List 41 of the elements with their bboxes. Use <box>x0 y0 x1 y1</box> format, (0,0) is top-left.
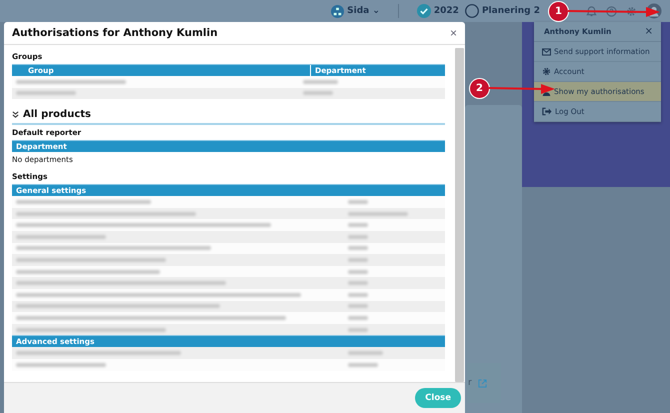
blurred-text <box>348 328 368 332</box>
bell-icon[interactable] <box>586 6 597 16</box>
blurred-text <box>348 304 368 308</box>
blurred-text <box>348 292 368 297</box>
scrollbar[interactable] <box>455 48 464 382</box>
close-button[interactable]: × <box>644 26 653 37</box>
org-icon <box>331 4 344 18</box>
blurred-text <box>303 80 338 84</box>
blurred-text <box>303 91 333 96</box>
empty-circle-icon[interactable] <box>464 4 479 18</box>
plan-label[interactable]: Planering 2 <box>482 6 540 16</box>
blurred-text <box>348 351 383 356</box>
settings-icon[interactable] <box>626 6 637 16</box>
help-icon[interactable] <box>606 6 617 16</box>
step-badge: 2 <box>470 79 489 98</box>
blurred-text <box>348 200 368 204</box>
envelope-icon <box>542 48 551 56</box>
section-heading: All products <box>23 109 91 120</box>
blurred-text <box>348 212 408 216</box>
close-button[interactable]: Close <box>415 388 461 408</box>
org-selector[interactable]: Sida ⌄ <box>347 6 380 16</box>
dialog-title: Authorisations for Anthony Kumlin <box>12 27 218 39</box>
blurred-text <box>348 258 368 262</box>
blurred-text <box>348 362 378 367</box>
blurred-text <box>348 246 368 250</box>
logout-icon <box>542 107 552 116</box>
blurred-text <box>348 270 368 274</box>
double-chevron-icon[interactable] <box>12 111 19 118</box>
blurred-text <box>348 223 368 228</box>
check-circle-icon[interactable] <box>416 4 431 18</box>
blurred-text <box>348 234 368 239</box>
external-link-icon[interactable] <box>478 378 487 388</box>
blurred-text <box>16 91 76 96</box>
link-text[interactable]: r <box>468 378 472 388</box>
blurred-text <box>348 316 368 320</box>
blurred-text <box>348 281 368 286</box>
pointer-arrow <box>489 84 555 94</box>
step-badge: 1 <box>549 2 568 21</box>
close-button[interactable]: × <box>450 26 457 40</box>
year-label[interactable]: 2022 <box>434 6 459 16</box>
gear-icon <box>542 67 551 76</box>
